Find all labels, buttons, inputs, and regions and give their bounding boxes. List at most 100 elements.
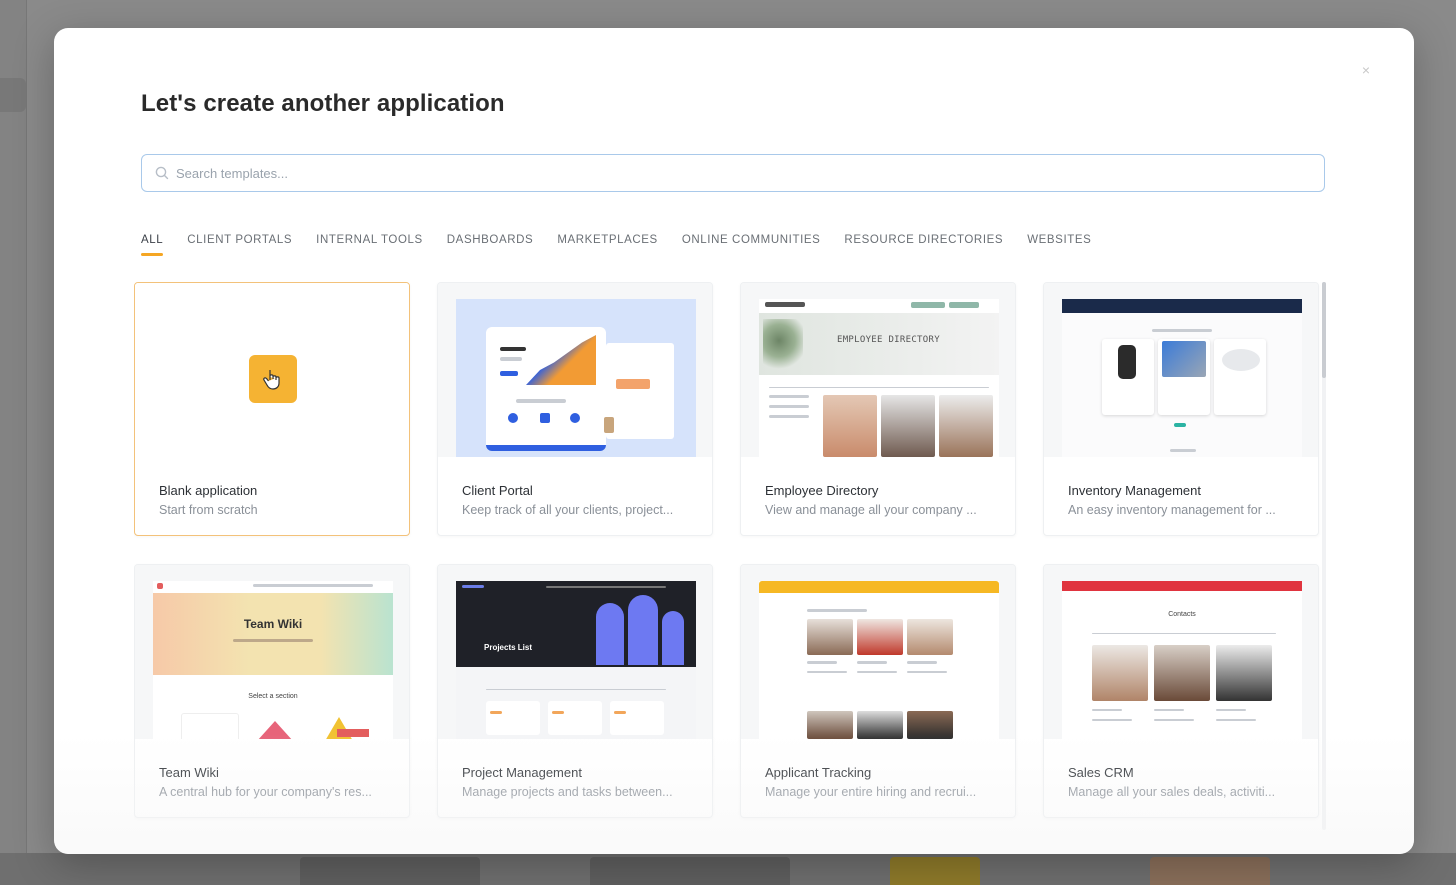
preview-line	[1092, 709, 1122, 711]
preview-photo	[807, 619, 853, 655]
tab-online-communities[interactable]: ONLINE COMMUNITIES	[682, 234, 821, 256]
preview-section	[181, 713, 239, 739]
preview-line	[1152, 329, 1212, 332]
watch-image	[1118, 345, 1136, 379]
preview-photo	[881, 395, 935, 457]
preview-photo	[907, 619, 953, 655]
template-card-employee-directory[interactable]: EMPLOYEE DIRECTORY Employee Directory Vi…	[740, 282, 1016, 536]
tab-client-portals[interactable]: CLIENT PORTALS	[187, 234, 292, 256]
tab-dashboards[interactable]: DASHBOARDS	[447, 234, 534, 256]
template-title: Project Management	[462, 765, 582, 780]
preview-heading: Contacts	[1168, 611, 1196, 618]
preview-heading: Projects List	[484, 643, 533, 652]
background-card	[890, 857, 980, 885]
scrollbar-thumb[interactable]	[1322, 282, 1326, 378]
category-tabs: ALL CLIENT PORTALS INTERNAL TOOLS DASHBO…	[141, 234, 1115, 256]
preview-icon	[570, 413, 580, 423]
preview-divider	[769, 387, 989, 388]
template-card-inventory-management[interactable]: Inventory Management An easy inventory m…	[1043, 282, 1319, 536]
preview-shape	[662, 611, 684, 665]
preview-line	[1092, 719, 1132, 721]
preview-tag	[552, 711, 564, 714]
sales-crm-preview: Contacts	[1062, 581, 1302, 739]
template-title: Applicant Tracking	[765, 765, 872, 780]
preview-photo	[939, 395, 993, 457]
applicant-tracking-preview	[759, 581, 999, 739]
template-grid-scrollbar[interactable]	[1322, 282, 1326, 830]
tab-resource-directories[interactable]: RESOURCE DIRECTORIES	[844, 234, 1003, 256]
close-icon[interactable]: ×	[1356, 60, 1376, 80]
preview-line	[1170, 449, 1196, 452]
preview-subheading: Select a section	[248, 693, 298, 700]
preview-nav	[253, 584, 373, 587]
preview-line	[807, 661, 837, 664]
team-wiki-preview: Team Wiki Select a section	[153, 581, 393, 739]
preview-photo	[1216, 645, 1272, 701]
background-sidebar-item	[0, 78, 26, 112]
preview-line	[807, 671, 847, 673]
preview-tag	[490, 711, 502, 714]
template-card-sales-crm[interactable]: Contacts Sales CRM Manage all your sales…	[1043, 564, 1319, 818]
plant-graphic	[763, 319, 803, 373]
template-title: Team Wiki	[159, 765, 219, 780]
preview-line	[769, 405, 809, 408]
preview-divider	[1092, 633, 1276, 634]
preview-line	[616, 379, 650, 389]
client-portal-preview	[456, 299, 696, 457]
preview-task-card	[486, 701, 540, 735]
template-title: Sales CRM	[1068, 765, 1134, 780]
template-description: An easy inventory management for ...	[1068, 503, 1276, 517]
preview-photo	[807, 711, 853, 739]
preview-photo	[857, 711, 903, 739]
preview-hero: Team Wiki	[153, 593, 393, 675]
preview-line	[500, 357, 522, 361]
background-card	[300, 857, 480, 885]
preview-line	[233, 639, 313, 642]
preview-line	[857, 671, 897, 673]
template-card-project-management[interactable]: Projects List Project Management Manage …	[437, 564, 713, 818]
preview-navbar	[1062, 581, 1302, 591]
laptop-image	[1162, 341, 1206, 377]
preview-panel	[606, 343, 674, 439]
template-description: Start from scratch	[159, 503, 258, 517]
preview-logo	[462, 585, 484, 588]
template-card-team-wiki[interactable]: Team Wiki Select a section Team Wiki A c…	[134, 564, 410, 818]
tab-all[interactable]: ALL	[141, 234, 164, 256]
search-input[interactable]	[176, 165, 1324, 181]
template-description: A central hub for your company's res...	[159, 785, 372, 799]
template-card-applicant-tracking[interactable]: Applicant Tracking Manage your entire hi…	[740, 564, 1016, 818]
background-sidebar	[0, 0, 27, 885]
template-card-client-portal[interactable]: Client Portal Keep track of all your cli…	[437, 282, 713, 536]
preview-photo	[823, 395, 877, 457]
preview-hero: Projects List	[456, 581, 696, 667]
preview-line	[769, 415, 809, 418]
tab-websites[interactable]: WEBSITES	[1027, 234, 1091, 256]
tab-internal-tools[interactable]: INTERNAL TOOLS	[316, 234, 423, 256]
tab-marketplaces[interactable]: MARKETPLACES	[557, 234, 658, 256]
preview-photo	[1154, 645, 1210, 701]
preview-nav	[546, 586, 666, 588]
preview-divider	[486, 689, 666, 690]
mouse-image	[1222, 349, 1260, 371]
employee-directory-preview: EMPLOYEE DIRECTORY	[759, 299, 999, 457]
preview-shape	[596, 603, 624, 665]
preview-shape	[257, 721, 293, 739]
preview-task-card	[610, 701, 664, 735]
template-grid: Blank application Start from scratch Cli…	[134, 282, 1324, 854]
preview-logo	[157, 583, 163, 589]
search-box[interactable]	[141, 154, 1325, 192]
preview-task-card	[548, 701, 602, 735]
template-card-blank-application[interactable]: Blank application Start from scratch	[134, 282, 410, 536]
preview-line	[516, 399, 566, 403]
modal-title: Let's create another application	[141, 90, 505, 117]
preview-tag	[614, 711, 626, 714]
preview-line	[1216, 709, 1246, 711]
preview-line	[807, 609, 867, 612]
preview-line	[907, 671, 947, 673]
preview-button	[1174, 423, 1186, 427]
template-title: Inventory Management	[1068, 483, 1201, 498]
preview-line	[1154, 709, 1184, 711]
search-icon	[155, 166, 169, 180]
project-management-preview: Projects List	[456, 581, 696, 739]
preview-navbar	[759, 581, 999, 593]
